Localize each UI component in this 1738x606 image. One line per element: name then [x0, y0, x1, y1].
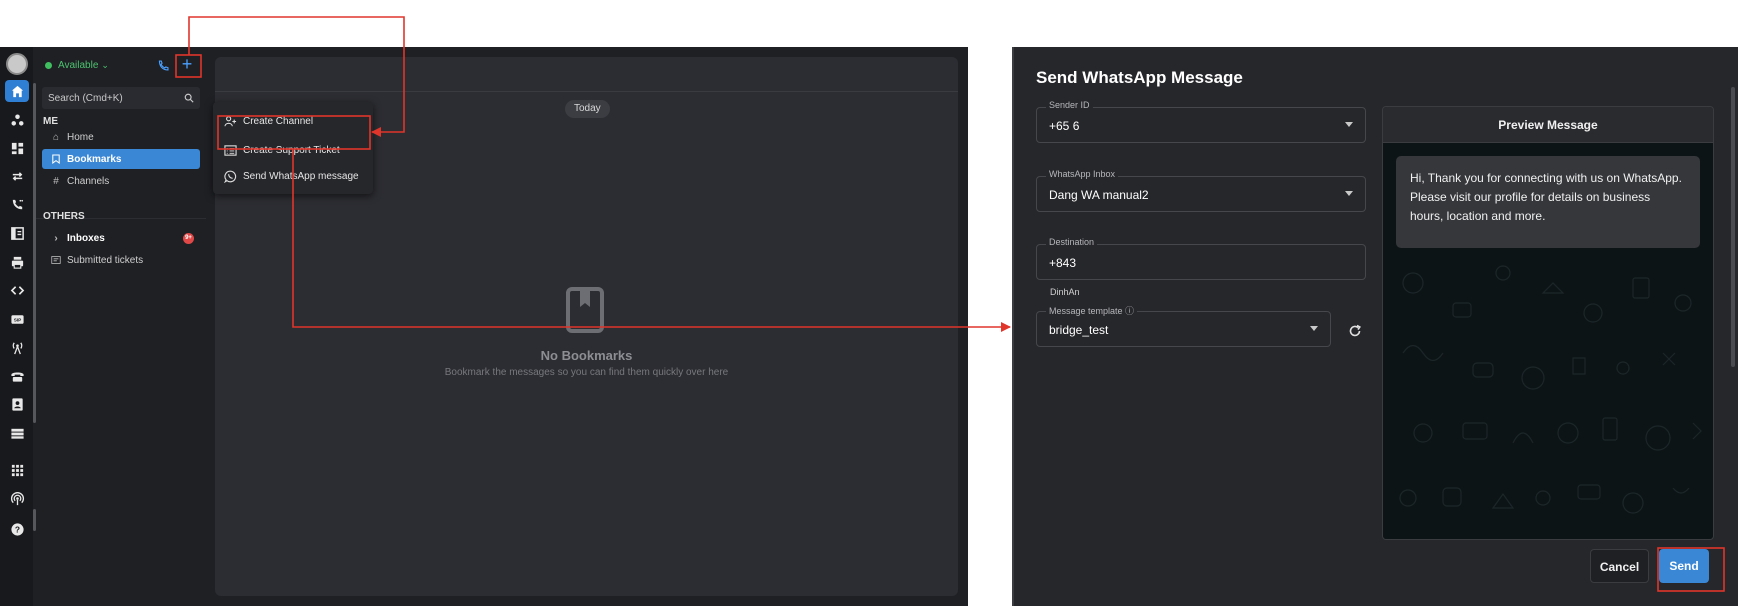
- sidebar-item-label: Inboxes: [67, 232, 105, 244]
- dropdown-arrow-icon: [1345, 191, 1353, 196]
- sidebar: Available ⌄ + Search (Cmd+K) ME ⌂ Home B…: [36, 47, 206, 606]
- add-people-icon: [223, 114, 237, 128]
- telephone-icon[interactable]: [5, 365, 29, 387]
- sidebar-item-label: Bookmarks: [67, 153, 122, 165]
- house-icon: ⌂: [52, 131, 60, 143]
- search-icon: [184, 93, 194, 103]
- bookmark-empty-icon: [566, 287, 604, 333]
- apps-grid-icon[interactable]: [5, 459, 29, 481]
- menu-item-label: Create Support Ticket: [243, 144, 340, 156]
- people-icon[interactable]: [5, 109, 29, 131]
- search-placeholder: Search (Cmd+K): [48, 92, 123, 104]
- status-label: Available: [58, 59, 99, 71]
- field-label: Sender ID: [1046, 100, 1093, 110]
- menu-item-send-whatsapp-message[interactable]: Send WhatsApp message: [213, 163, 373, 189]
- menu-item-label: Create Channel: [243, 115, 314, 127]
- call-log-icon[interactable]: [5, 193, 29, 215]
- icon-rail: SIP ?: [0, 47, 33, 606]
- dashboard-icon[interactable]: [5, 137, 29, 159]
- sidebar-item-label: Channels: [67, 175, 110, 187]
- availability-status[interactable]: Available ⌄: [45, 55, 109, 75]
- unread-badge: 9+: [183, 233, 194, 244]
- dropdown-arrow-icon: [1345, 122, 1353, 127]
- date-divider-pill: Today: [565, 100, 610, 118]
- search-input[interactable]: Search (Cmd+K): [42, 87, 200, 109]
- preview-panel: Preview Message Hi, Thank you for connec…: [1382, 106, 1714, 540]
- add-new-button[interactable]: +: [177, 55, 197, 75]
- bookmark-icon: [49, 154, 63, 164]
- menu-item-label: Send WhatsApp message: [243, 170, 359, 182]
- dropdown-arrow-icon: [1310, 326, 1318, 331]
- whatsapp-icon: [223, 169, 237, 183]
- sidebar-item-channels[interactable]: # Channels: [42, 171, 200, 191]
- panel-header-divider: [215, 91, 958, 92]
- sender-id-select[interactable]: Sender ID +65 6: [1036, 100, 1366, 143]
- broadcast-icon[interactable]: [5, 487, 29, 509]
- hash-icon: #: [53, 175, 59, 187]
- sip-icon[interactable]: SIP: [5, 308, 29, 330]
- section-me: ME: [43, 116, 58, 127]
- destination-contact-name: DinhAn: [1050, 287, 1080, 297]
- field-value: +843: [1049, 256, 1077, 270]
- add-new-dropdown-menu: Create Channel Create Support Ticket Sen…: [213, 102, 373, 194]
- field-label: Destination: [1046, 237, 1098, 247]
- send-whatsapp-dialog: Send WhatsApp Message Sender ID +65 6 Wh…: [1012, 47, 1738, 606]
- empty-state-title: No Bookmarks: [540, 348, 633, 363]
- svg-text:?: ?: [14, 524, 19, 534]
- print-icon[interactable]: [5, 251, 29, 273]
- svg-text:SIP: SIP: [13, 317, 21, 322]
- transfer-icon[interactable]: [5, 165, 29, 187]
- user-avatar[interactable]: [6, 53, 28, 75]
- menu-item-create-support-ticket[interactable]: Create Support Ticket: [213, 137, 373, 163]
- sidebar-item-label: Submitted tickets: [67, 254, 144, 266]
- send-button[interactable]: Send: [1659, 549, 1709, 583]
- refresh-icon[interactable]: [1347, 323, 1363, 339]
- preview-title: Preview Message: [1383, 107, 1713, 143]
- field-value: Dang WA manual2: [1049, 188, 1149, 202]
- field-value: +65 6: [1049, 119, 1080, 133]
- section-others: OTHERS: [43, 211, 85, 222]
- field-value: bridge_test: [1049, 323, 1109, 337]
- code-icon[interactable]: [5, 279, 29, 301]
- server-icon[interactable]: [5, 422, 29, 444]
- empty-state-subtitle: Bookmark the messages so you can find th…: [444, 367, 729, 378]
- dialog-scrollbar[interactable]: [1731, 87, 1735, 367]
- ticket-icon: [49, 256, 63, 264]
- message-preview-bubble: Hi, Thank you for connecting with us on …: [1396, 156, 1700, 248]
- chevron-right-icon: ›: [54, 232, 58, 244]
- ledger-icon[interactable]: [5, 222, 29, 244]
- destination-field[interactable]: Destination +843: [1036, 237, 1366, 280]
- ticket-list-icon: [223, 143, 237, 157]
- sidebar-item-bookmarks[interactable]: Bookmarks: [42, 149, 200, 169]
- chevron-down-icon: ⌄: [101, 59, 109, 70]
- help-icon[interactable]: ?: [5, 518, 29, 540]
- field-label: WhatsApp Inbox: [1046, 169, 1119, 179]
- sidebar-item-home[interactable]: ⌂ Home: [42, 127, 200, 147]
- dialog-title: Send WhatsApp Message: [1036, 68, 1243, 87]
- menu-item-create-channel[interactable]: Create Channel: [213, 108, 373, 134]
- sidebar-item-inboxes[interactable]: › Inboxes 9+: [42, 228, 200, 248]
- sidebar-item-submitted-tickets[interactable]: Submitted tickets: [42, 250, 200, 270]
- sidebar-item-label: Home: [67, 131, 94, 143]
- antenna-icon[interactable]: [5, 336, 29, 358]
- contact-card-icon[interactable]: [5, 393, 29, 415]
- whatsapp-inbox-select[interactable]: WhatsApp Inbox Dang WA manual2: [1036, 169, 1366, 212]
- cancel-button[interactable]: Cancel: [1590, 549, 1649, 583]
- phone-icon[interactable]: [154, 56, 172, 74]
- chat-app-window: SIP ? Available ⌄ + Search (Cmd+K) ME ⌂ …: [0, 47, 968, 606]
- status-dot: [45, 61, 52, 69]
- message-template-select[interactable]: Message template ⓘ bridge_test: [1036, 304, 1331, 347]
- field-label: Message template ⓘ: [1046, 304, 1138, 317]
- chat-wallpaper: Hi, Thank you for connecting with us on …: [1383, 143, 1713, 539]
- home-icon[interactable]: [5, 80, 29, 102]
